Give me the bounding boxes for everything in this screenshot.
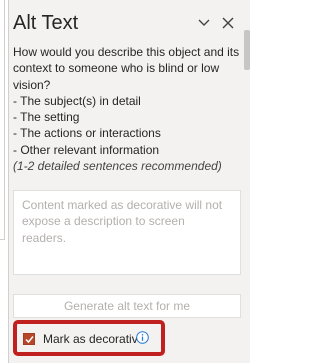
mark-decorative-label[interactable]: Mark as decorative (43, 332, 144, 346)
info-icon[interactable] (136, 331, 149, 344)
check-icon (25, 336, 34, 344)
textarea-placeholder-line: expose a description to screen readers. (22, 214, 185, 245)
sentence-hint: (1-2 detailed sentences recommended) (13, 159, 222, 173)
info-icon-graphic (136, 331, 149, 344)
generate-alt-text-button[interactable]: Generate alt text for me (13, 294, 241, 318)
prompt-line: - The subject(s) in detail (13, 93, 141, 108)
prompt-line: - The setting (13, 110, 80, 125)
mark-decorative-checkbox[interactable] (23, 333, 35, 345)
screenshot-frame: Alt Text How would you describe this obj… (0, 0, 250, 363)
prompt-line: context to someone who is blind or low (13, 61, 220, 76)
prompt-line: How would you describe this object and i… (13, 45, 240, 59)
close-icon (222, 17, 234, 29)
pane-header: Alt Text (9, 0, 249, 44)
alt-text-prompt: How would you describe this object and i… (13, 44, 243, 158)
close-pane-button[interactable] (221, 16, 235, 30)
alt-text-textarea[interactable]: Content marked as decorative will not ex… (13, 190, 241, 275)
pane-scrollbar-thumb[interactable] (244, 30, 250, 70)
pane-title: Alt Text (13, 12, 79, 34)
prompt-line: - The actions or interactions (13, 126, 161, 141)
alt-text-pane: Alt Text How would you describe this obj… (8, 0, 250, 363)
textarea-placeholder-line: Content marked as decorative will not (22, 198, 223, 212)
prompt-line: - Other relevant information (13, 142, 160, 157)
chevron-down-icon (198, 19, 210, 26)
prompt-line: vision? (13, 77, 51, 92)
document-page-edge (0, 0, 5, 240)
document-canvas-edge (0, 0, 8, 363)
pane-options-button[interactable] (197, 16, 211, 28)
